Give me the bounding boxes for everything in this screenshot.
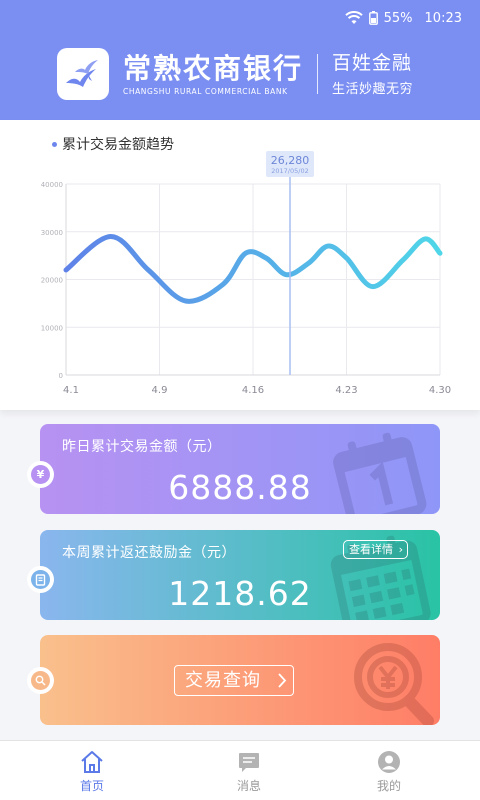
tagline: 生活妙趣无穷 bbox=[332, 81, 414, 97]
x-tick-label: 4.1 bbox=[63, 385, 79, 396]
swallow-logo-icon bbox=[66, 60, 98, 87]
y-tick-label: 30000 bbox=[41, 229, 63, 237]
status-bar: 55% 10:23 bbox=[344, 8, 462, 28]
clock: 10:23 bbox=[424, 10, 462, 26]
tooltip-date: 2017/05/02 bbox=[271, 167, 308, 175]
weekly-reward-value: 1218.62 bbox=[168, 574, 312, 613]
tab-profile[interactable]: 我的 bbox=[349, 741, 429, 800]
y-tick-label: 20000 bbox=[41, 277, 63, 285]
chart-panel: 0 10000 20000 30000 40000 4.1 4.9 4.16 4.23 4.30 … bbox=[0, 120, 480, 410]
yuan-search-deco-icon bbox=[354, 643, 434, 725]
yesterday-amount-value: 6888.88 bbox=[168, 468, 312, 507]
search-icon bbox=[31, 671, 50, 690]
bank-name-en: CHANGSHU RURAL COMMERCIAL BANK bbox=[123, 86, 288, 96]
tab-messages-label: 消息 bbox=[236, 779, 261, 793]
transaction-query-label: 交易查询 bbox=[185, 670, 261, 691]
bank-name: 常熟农商银行 bbox=[123, 51, 304, 85]
battery-icon bbox=[368, 11, 378, 25]
profile-icon bbox=[378, 751, 400, 773]
view-details-label: 查看详情 bbox=[349, 543, 393, 556]
yesterday-amount-card[interactable]: 昨日累计交易金额（元） 6888.88 bbox=[40, 424, 440, 514]
receipt-icon bbox=[31, 570, 50, 589]
receipt-icon-badge bbox=[27, 566, 54, 593]
wifi-icon bbox=[344, 11, 363, 24]
tab-home[interactable]: 首页 bbox=[52, 741, 132, 800]
brand-divider bbox=[317, 54, 319, 94]
home-icon bbox=[81, 751, 103, 773]
chart-title: 累计交易金额趋势 bbox=[52, 134, 174, 154]
search-icon-badge bbox=[27, 667, 54, 694]
brand-banner: 常熟农商银行 CHANGSHU RURAL COMMERCIAL BANK 百姓… bbox=[57, 48, 413, 100]
chart-title-text: 累计交易金额趋势 bbox=[62, 137, 174, 153]
slogan: 百姓金融 bbox=[332, 51, 413, 74]
tab-home-label: 首页 bbox=[79, 779, 104, 793]
x-tick-label: 4.23 bbox=[335, 385, 357, 396]
weekly-reward-label: 本周累计返还鼓励金（元） bbox=[62, 545, 236, 561]
chevron-right-icon bbox=[278, 673, 287, 688]
yuan-icon: ¥ bbox=[31, 465, 50, 484]
tooltip-value: 26,280 bbox=[271, 154, 310, 167]
y-tick-label: 0 bbox=[59, 372, 63, 380]
yuan-icon-badge: ¥ bbox=[27, 461, 54, 488]
y-tick-label: 10000 bbox=[41, 324, 63, 332]
view-details-button[interactable]: 查看详情 › bbox=[343, 540, 408, 559]
tab-messages[interactable]: 消息 bbox=[209, 741, 289, 800]
legend-dot bbox=[52, 141, 57, 147]
weekly-reward-card[interactable]: 本周累计返还鼓励金（元） 查看详情 › 1218.62 bbox=[40, 530, 440, 620]
tab-profile-label: 我的 bbox=[376, 779, 401, 793]
app-header: 55% 10:23 常熟农商银行 CHANGSHU RURAL COMMERCI… bbox=[0, 0, 480, 120]
yesterday-amount-label: 昨日累计交易金额（元） bbox=[62, 439, 222, 455]
chevron-right-icon: › bbox=[398, 543, 403, 556]
y-tick-label: 40000 bbox=[41, 181, 63, 189]
transaction-query-card[interactable]: 交易查询 bbox=[40, 635, 440, 725]
message-icon bbox=[239, 753, 259, 772]
bank-logo bbox=[57, 48, 109, 100]
x-tick-label: 4.16 bbox=[242, 385, 264, 396]
trend-chart[interactable]: 0100002000030000400004.1 4.9 4.16 4.23 4.30 … bbox=[0, 120, 480, 410]
bottom-tab-bar: 首页 消息 我的 bbox=[0, 740, 480, 800]
battery-level: 55% bbox=[383, 10, 413, 26]
x-tick-label: 4.30 bbox=[429, 385, 451, 396]
transaction-query-button[interactable]: 交易查询 bbox=[174, 665, 294, 696]
x-tick-label: 4.9 bbox=[152, 385, 168, 396]
